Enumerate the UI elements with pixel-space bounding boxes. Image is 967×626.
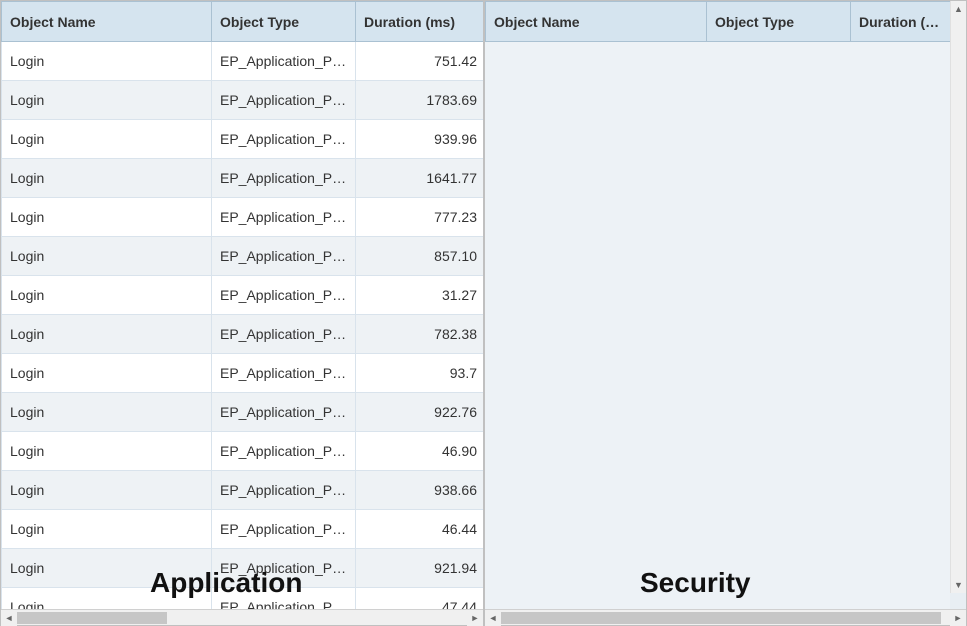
table-row[interactable]: LoginEP_Application_Pr...921.94	[2, 549, 484, 588]
col-header-duration[interactable]: Duration (ms)	[356, 2, 484, 42]
table-row[interactable]: LoginEP_Application_Pr...939.96	[2, 120, 484, 159]
table-row[interactable]: LoginEP_Application_Pr...46.90	[2, 432, 484, 471]
table-row[interactable]: LoginEP_Application_Pr...857.10	[2, 237, 484, 276]
table-row[interactable]: LoginEP_Application_Pr...777.23	[2, 198, 484, 237]
table-row[interactable]: LoginEP_Application_Pr...938.66	[2, 471, 484, 510]
cell-object-name: Login	[2, 393, 212, 432]
cell-object-type: EP_Application_Pr...	[212, 120, 356, 159]
scroll-track[interactable]	[17, 610, 467, 625]
cell-object-name: Login	[2, 432, 212, 471]
left-horizontal-scrollbar[interactable]: ◄ ►	[1, 609, 483, 625]
scroll-left-icon[interactable]: ◄	[1, 610, 17, 626]
cell-object-name: Login	[2, 120, 212, 159]
col-header-duration[interactable]: Duration (ms	[851, 2, 951, 42]
scroll-track[interactable]	[501, 610, 950, 625]
col-header-object-name[interactable]: Object Name	[486, 2, 707, 42]
cell-duration: 1783.69	[356, 81, 484, 120]
cell-duration: 777.23	[356, 198, 484, 237]
cell-object-type: EP_Application_Pr...	[212, 42, 356, 81]
table-row[interactable]: LoginEP_Application_Pr...47.44	[2, 588, 484, 610]
cell-duration: 921.94	[356, 549, 484, 588]
right-horizontal-scrollbar[interactable]: ◄ ►	[485, 609, 966, 625]
cell-duration: 31.27	[356, 276, 484, 315]
right-table: Object Name Object Type Duration (ms	[485, 1, 951, 42]
table-row[interactable]: LoginEP_Application_Pr...922.76	[2, 393, 484, 432]
cell-duration: 47.44	[356, 588, 484, 610]
cell-object-type: EP_Application_Pr...	[212, 354, 356, 393]
scroll-right-icon[interactable]: ►	[950, 610, 966, 626]
cell-duration: 857.10	[356, 237, 484, 276]
scroll-thumb[interactable]	[501, 612, 941, 624]
right-header-row: Object Name Object Type Duration (ms	[486, 2, 951, 42]
cell-object-type: EP_Application_Pr...	[212, 276, 356, 315]
right-empty-body	[485, 42, 950, 609]
cell-object-type: EP_Application_Pr...	[212, 510, 356, 549]
cell-duration: 922.76	[356, 393, 484, 432]
cell-object-name: Login	[2, 237, 212, 276]
cell-object-type: EP_Application_Pr...	[212, 315, 356, 354]
left-panel: Object Name Object Type Duration (ms) Lo…	[0, 0, 484, 626]
cell-duration: 939.96	[356, 120, 484, 159]
cell-object-name: Login	[2, 81, 212, 120]
cell-duration: 1641.77	[356, 159, 484, 198]
cell-object-type: EP_Application_Pr...	[212, 393, 356, 432]
table-row[interactable]: LoginEP_Application_Pr...751.42	[2, 42, 484, 81]
left-table: Object Name Object Type Duration (ms) Lo…	[1, 1, 483, 609]
cell-object-name: Login	[2, 588, 212, 610]
col-header-object-type[interactable]: Object Type	[212, 2, 356, 42]
cell-object-type: EP_Application_Pr...	[212, 198, 356, 237]
scroll-left-icon[interactable]: ◄	[485, 610, 501, 626]
right-table-container: Object Name Object Type Duration (ms ▲ ▼	[485, 1, 966, 609]
cell-duration: 782.38	[356, 315, 484, 354]
cell-object-type: EP_Application_Pr...	[212, 588, 356, 610]
cell-object-type: EP_Application_Pr...	[212, 432, 356, 471]
cell-object-name: Login	[2, 510, 212, 549]
left-table-container: Object Name Object Type Duration (ms) Lo…	[1, 1, 483, 609]
cell-duration: 93.7	[356, 354, 484, 393]
left-header-row: Object Name Object Type Duration (ms)	[2, 2, 484, 42]
scroll-up-icon[interactable]: ▲	[951, 1, 967, 17]
table-row[interactable]: LoginEP_Application_Pr...1641.77	[2, 159, 484, 198]
right-panel: Object Name Object Type Duration (ms ▲ ▼…	[484, 0, 967, 626]
cell-object-name: Login	[2, 549, 212, 588]
cell-duration: 46.44	[356, 510, 484, 549]
scroll-right-icon[interactable]: ►	[467, 610, 483, 626]
right-vertical-scrollbar[interactable]: ▲ ▼	[950, 1, 966, 593]
cell-duration: 751.42	[356, 42, 484, 81]
cell-duration: 938.66	[356, 471, 484, 510]
scroll-down-icon[interactable]: ▼	[951, 577, 967, 593]
table-row[interactable]: LoginEP_Application_Pr...31.27	[2, 276, 484, 315]
col-header-object-type[interactable]: Object Type	[707, 2, 851, 42]
cell-object-type: EP_Application_Pr...	[212, 471, 356, 510]
cell-object-name: Login	[2, 159, 212, 198]
cell-object-type: EP_Application_Pr...	[212, 549, 356, 588]
cell-object-name: Login	[2, 471, 212, 510]
table-row[interactable]: LoginEP_Application_Pr...93.7	[2, 354, 484, 393]
cell-object-type: EP_Application_Pr...	[212, 237, 356, 276]
cell-object-name: Login	[2, 354, 212, 393]
cell-duration: 46.90	[356, 432, 484, 471]
cell-object-name: Login	[2, 42, 212, 81]
table-row[interactable]: LoginEP_Application_Pr...46.44	[2, 510, 484, 549]
cell-object-type: EP_Application_Pr...	[212, 81, 356, 120]
cell-object-name: Login	[2, 198, 212, 237]
table-row[interactable]: LoginEP_Application_Pr...782.38	[2, 315, 484, 354]
cell-object-name: Login	[2, 315, 212, 354]
scroll-thumb[interactable]	[17, 612, 167, 624]
table-row[interactable]: LoginEP_Application_Pr...1783.69	[2, 81, 484, 120]
cell-object-name: Login	[2, 276, 212, 315]
col-header-object-name[interactable]: Object Name	[2, 2, 212, 42]
cell-object-type: EP_Application_Pr...	[212, 159, 356, 198]
